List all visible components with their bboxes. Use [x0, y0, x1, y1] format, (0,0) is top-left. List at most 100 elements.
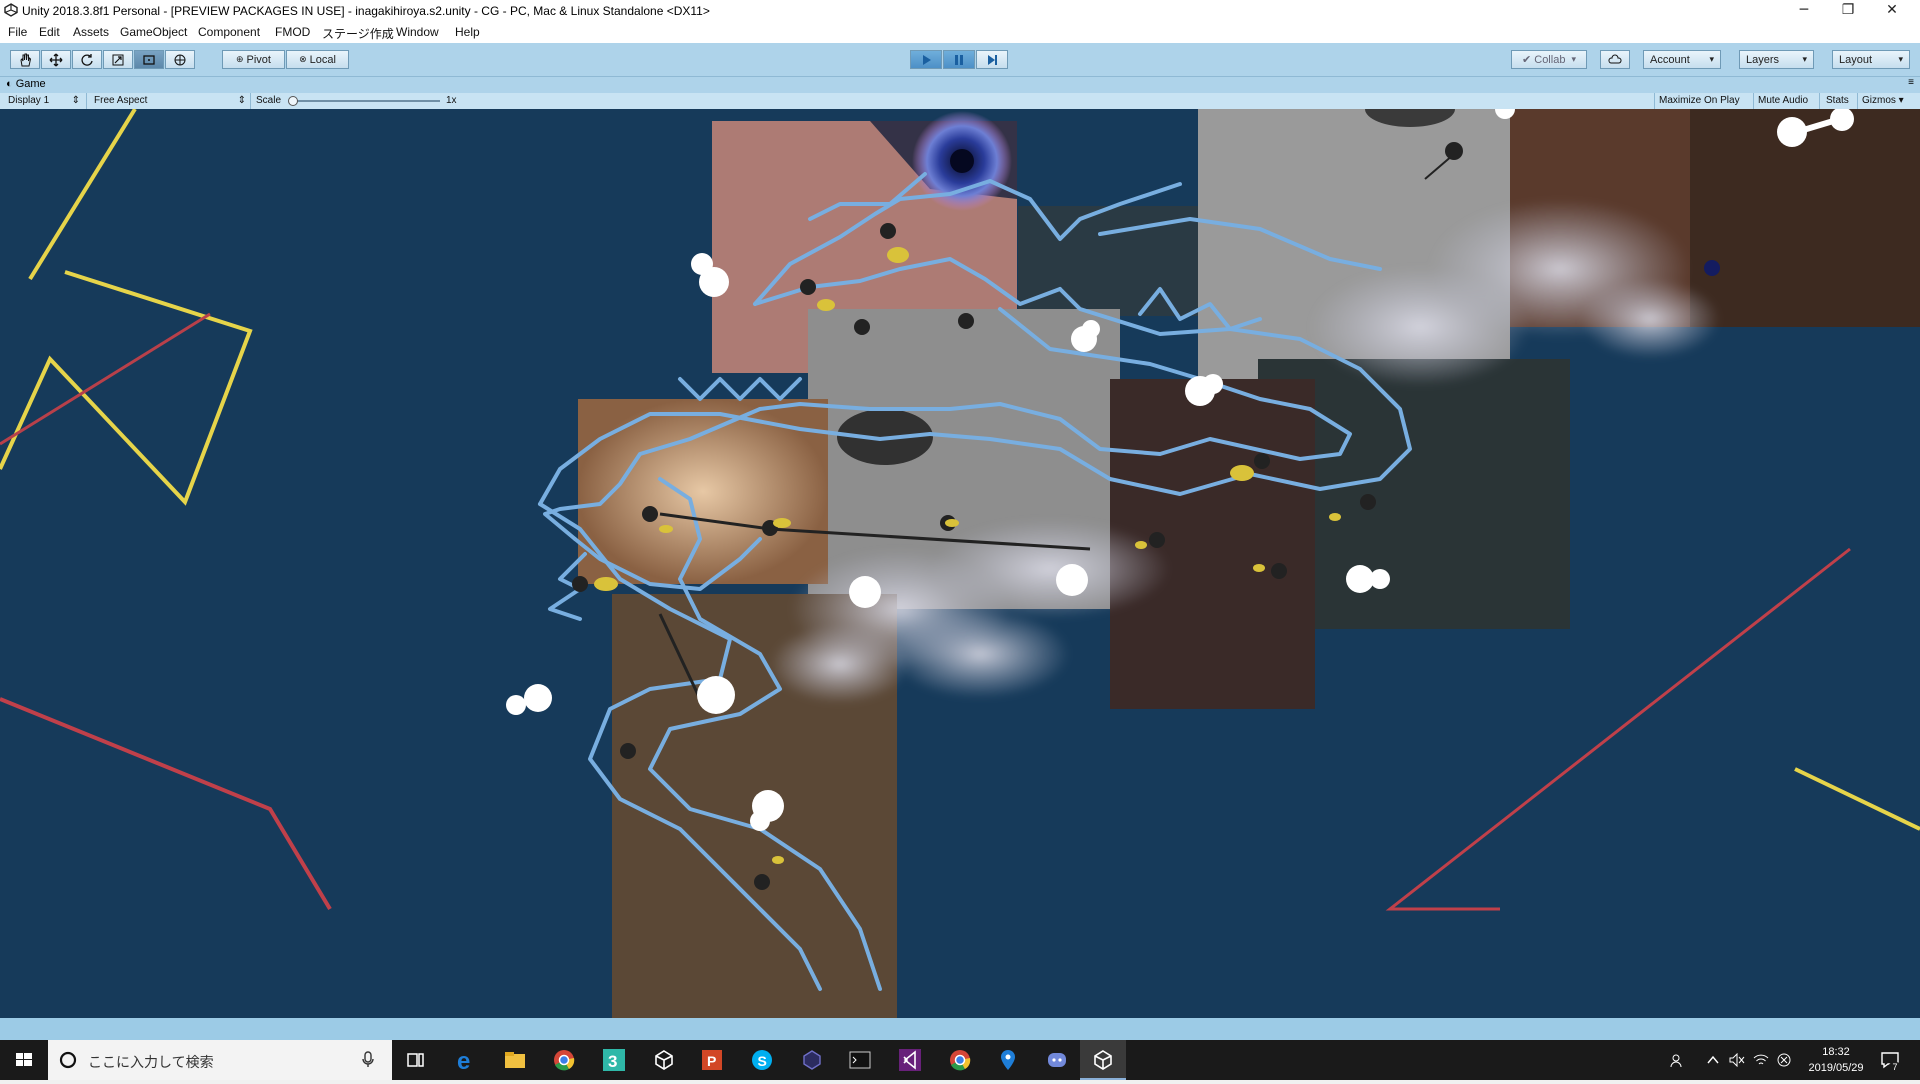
- step-button[interactable]: [976, 50, 1008, 69]
- menu-stage-create[interactable]: ステージ作成: [322, 25, 394, 42]
- layers-dropdown[interactable]: Layers: [1739, 50, 1814, 69]
- svg-text:3: 3: [608, 1052, 617, 1071]
- gizmos-label: Gizmos: [1862, 95, 1896, 106]
- game-tab-header: ◐ Game ≡: [0, 77, 1920, 93]
- edge-icon[interactable]: e: [454, 1048, 478, 1072]
- red-line: [0, 312, 211, 446]
- scale-label: Scale: [256, 95, 282, 106]
- scale-icon: [112, 54, 124, 65]
- minimize-icon[interactable]: ─: [1782, 0, 1826, 22]
- local-toggle-button[interactable]: ⊗ Local: [286, 50, 349, 69]
- chrome-icon[interactable]: [948, 1048, 972, 1072]
- clock-date[interactable]: 2019/05/29: [1806, 1062, 1866, 1074]
- menu-fmod[interactable]: FMOD: [275, 25, 310, 39]
- menu-assets[interactable]: Assets: [73, 25, 109, 39]
- menu-file[interactable]: File: [8, 25, 27, 39]
- windows-logo-icon: [16, 1053, 32, 1066]
- app-3-icon[interactable]: 3: [602, 1048, 626, 1072]
- file-explorer-icon[interactable]: [503, 1048, 527, 1072]
- pivot-toggle-button[interactable]: ⊕ Pivot: [222, 50, 285, 69]
- start-button[interactable]: [0, 1040, 48, 1080]
- play-button[interactable]: [910, 50, 942, 69]
- restore-icon[interactable]: ❐: [1826, 0, 1870, 22]
- star-outline: [0, 109, 253, 506]
- microphone-icon[interactable]: [361, 1051, 375, 1069]
- separator: [250, 93, 251, 109]
- transform-icon: [174, 54, 186, 65]
- stats-toggle[interactable]: Stats: [1826, 94, 1849, 108]
- terminal-icon[interactable]: [848, 1048, 872, 1072]
- rotate-tool-button[interactable]: [72, 50, 102, 69]
- step-icon: [988, 54, 997, 65]
- menu-help[interactable]: Help: [455, 25, 480, 39]
- separator: [1857, 93, 1858, 109]
- move-tool-button[interactable]: [41, 50, 71, 69]
- hand-icon: [20, 53, 32, 66]
- maximize-on-play-toggle[interactable]: Maximize On Play: [1659, 94, 1740, 108]
- aspect-label: Free Aspect: [94, 95, 148, 106]
- gizmos-dropdown[interactable]: Gizmos ▾: [1862, 94, 1904, 108]
- collab-label: Collab: [1534, 53, 1566, 66]
- local-label: Local: [309, 53, 336, 66]
- display-dropdown[interactable]: Display 1 ⇕: [8, 94, 80, 108]
- pause-button[interactable]: [943, 50, 975, 69]
- game-viewport[interactable]: [0, 109, 1920, 1018]
- aspect-dropdown[interactable]: Free Aspect ⇕: [94, 94, 246, 108]
- maps-icon[interactable]: [996, 1048, 1020, 1072]
- notification-count-badge: 7: [1888, 1062, 1902, 1074]
- chrome-icon[interactable]: [552, 1048, 576, 1072]
- discord-icon[interactable]: [1045, 1048, 1069, 1072]
- collab-dropdown[interactable]: ✔ Collab: [1511, 50, 1587, 69]
- menu-gameobject[interactable]: GameObject: [120, 25, 187, 39]
- transform-tool-button[interactable]: [165, 50, 195, 69]
- network-error-icon[interactable]: [1777, 1053, 1791, 1067]
- layout-dropdown[interactable]: Layout: [1832, 50, 1910, 69]
- svg-text:P: P: [707, 1053, 716, 1069]
- layers-label: Layers: [1746, 53, 1780, 66]
- scale-slider-handle[interactable]: [288, 96, 298, 106]
- volume-muted-icon[interactable]: [1729, 1053, 1745, 1067]
- separator: [1753, 93, 1754, 109]
- people-icon[interactable]: [1670, 1053, 1686, 1069]
- clock-time[interactable]: 18:32: [1806, 1046, 1866, 1058]
- visual-studio-icon[interactable]: [898, 1048, 922, 1072]
- play-icon: [923, 54, 931, 65]
- scale-tool-button[interactable]: [103, 50, 133, 69]
- dropdown-arrow-icon: ⇕: [71, 95, 80, 106]
- app-icon[interactable]: [800, 1048, 824, 1072]
- scale-value: 1x: [446, 95, 457, 106]
- close-icon[interactable]: ✕: [1870, 0, 1914, 22]
- status-bar: [0, 1018, 1920, 1040]
- unity-icon[interactable]: [652, 1048, 676, 1072]
- separator: [1819, 93, 1820, 109]
- unity-icon[interactable]: [1091, 1048, 1115, 1072]
- cloud-button[interactable]: [1600, 50, 1630, 69]
- game-scene: [0, 109, 1920, 1018]
- game-tab[interactable]: ◐ Game: [6, 78, 46, 90]
- mute-audio-toggle[interactable]: Mute Audio: [1758, 94, 1808, 108]
- search-box[interactable]: ここに入力して検索: [48, 1040, 392, 1080]
- skype-icon[interactable]: S: [750, 1048, 774, 1072]
- hand-tool-button[interactable]: [10, 50, 40, 69]
- menu-component[interactable]: Component: [198, 25, 260, 39]
- tab-menu-icon[interactable]: ≡: [1908, 77, 1914, 88]
- menu-edit[interactable]: Edit: [39, 25, 60, 39]
- account-dropdown[interactable]: Account: [1643, 50, 1721, 69]
- layout-label: Layout: [1839, 53, 1873, 66]
- window-title: Unity 2018.3.8f1 Personal - [PREVIEW PAC…: [22, 4, 710, 18]
- chevron-up-icon[interactable]: [1706, 1054, 1720, 1066]
- powerpoint-icon[interactable]: P: [700, 1048, 724, 1072]
- game-control-bar: Display 1 ⇕ Free Aspect ⇕ Scale 1x Maximiz…: [0, 93, 1920, 110]
- main-toolbar: ⊕Pivot ⊗Local ✔Collab Account Layers Lay…: [0, 43, 1920, 77]
- wifi-icon[interactable]: [1753, 1053, 1769, 1067]
- menu-window[interactable]: Window: [396, 25, 439, 39]
- rect-tool-button[interactable]: [134, 50, 164, 69]
- leather-tile-dark: [1690, 109, 1920, 327]
- scale-slider-track[interactable]: [290, 100, 440, 102]
- rotate-icon: [81, 53, 93, 66]
- taskbar: ここに入力して検索 e 3 P S 18:32 2019/05/29 7: [0, 1040, 1920, 1080]
- task-view-icon[interactable]: [404, 1048, 428, 1072]
- game-icon: ◐: [6, 78, 16, 90]
- yellow-streak: [1794, 767, 1920, 831]
- search-placeholder: ここに入力して検索: [88, 1054, 214, 1070]
